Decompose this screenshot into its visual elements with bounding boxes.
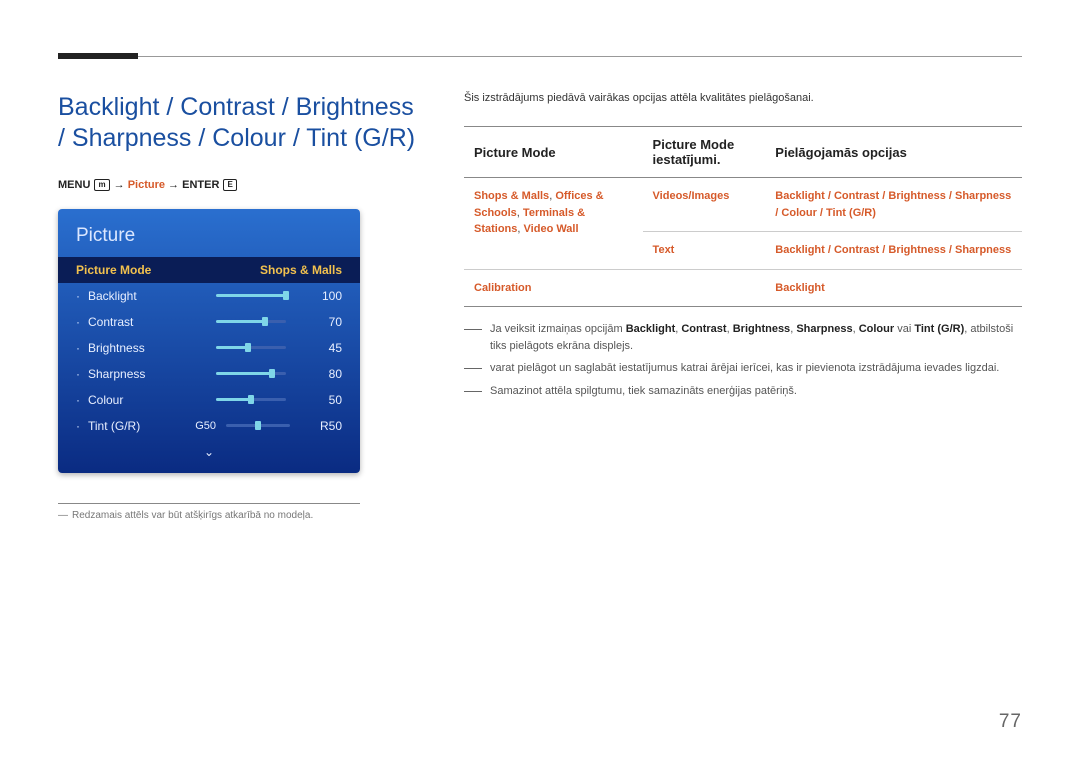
- menu-path: MENU m → Picture → ENTER E: [58, 179, 426, 191]
- dash-icon: [464, 391, 482, 392]
- chevron-down-icon[interactable]: ⌄: [58, 439, 360, 459]
- note-item: Ja veiksit izmaiņas opcijām Backlight, C…: [464, 321, 1022, 354]
- slider-track[interactable]: [216, 372, 286, 375]
- osd-label: Sharpness: [88, 367, 174, 381]
- page-number: 77: [999, 711, 1022, 733]
- menu-path-arrow: →: [111, 179, 128, 191]
- osd-row-contrast[interactable]: · Contrast 70: [58, 309, 360, 335]
- bold: Colour: [859, 323, 894, 335]
- osd-label: Colour: [88, 393, 174, 407]
- osd-tint-right: R50: [302, 419, 342, 433]
- options-table: Picture Mode Picture Mode iestatījumi. P…: [464, 126, 1022, 307]
- osd-row-picture-mode[interactable]: Picture Mode Shops & Malls: [58, 257, 360, 283]
- table-header: Pielāgojamās opcijas: [765, 127, 1022, 178]
- table-row: Calibration Backlight: [464, 269, 1022, 307]
- keyword: Videos/Images: [653, 190, 730, 202]
- slider-fill: [216, 398, 251, 401]
- slider-fill: [216, 320, 265, 323]
- menu-path-post: ENTER: [182, 179, 222, 191]
- osd-value: Shops & Malls: [260, 263, 342, 277]
- osd-row-sharpness[interactable]: · Sharpness 80: [58, 361, 360, 387]
- bold: Backlight: [626, 323, 676, 335]
- slider-knob[interactable]: [248, 395, 254, 404]
- slider-fill: [216, 294, 286, 297]
- osd-label: Picture Mode: [76, 263, 252, 277]
- keyword: Video Wall: [524, 223, 579, 235]
- menu-path-pre: MENU: [58, 179, 93, 191]
- osd-label: Tint (G/R): [88, 419, 174, 433]
- footnote: ―Redzamais attēls var būt atšķirīgs atka…: [58, 510, 360, 521]
- bullet-icon: ·: [76, 341, 80, 355]
- osd-row-brightness[interactable]: · Brightness 45: [58, 335, 360, 361]
- bold: Tint (G/R): [914, 323, 964, 335]
- sep: vai: [894, 323, 914, 335]
- osd-tint-left: G50: [182, 420, 216, 432]
- osd-label: Backlight: [88, 289, 174, 303]
- note-item: Samazinot attēla spilgtumu, tiek samazin…: [464, 383, 1022, 400]
- note-item: varat pielāgot un saglabāt iestatījumus …: [464, 360, 1022, 377]
- slider-track[interactable]: [216, 398, 286, 401]
- slider-track[interactable]: [216, 346, 286, 349]
- osd-row-colour[interactable]: · Colour 50: [58, 387, 360, 413]
- slider-fill: [216, 372, 272, 375]
- keyword: Backlight / Contrast / Brightness / Shar…: [775, 244, 1011, 256]
- intro-text: Šis izstrādājums piedāvā vairākas opcija…: [464, 92, 1022, 104]
- keyword: Backlight / Contrast / Brightness / Shar…: [775, 190, 1011, 219]
- bullet-icon: ·: [76, 315, 80, 329]
- osd-row-tint[interactable]: · Tint (G/R) G50 R50: [58, 413, 360, 439]
- osd-value: 50: [302, 393, 342, 407]
- slider-track[interactable]: [216, 294, 286, 297]
- keyword: Backlight: [775, 282, 825, 294]
- bullet-icon: ·: [76, 419, 80, 433]
- slider-track[interactable]: [226, 424, 290, 427]
- osd-value: 100: [302, 289, 342, 303]
- osd-title: Picture: [58, 219, 360, 257]
- slider-knob[interactable]: [283, 291, 289, 300]
- menu-path-highlight: Picture: [128, 179, 165, 191]
- divider: ―Redzamais attēls var būt atšķirīgs atka…: [58, 503, 360, 521]
- table-row: Shops & Malls, Offices & Schools, Termin…: [464, 178, 1022, 232]
- note-text: varat pielāgot un saglabāt iestatījumus …: [490, 360, 1022, 377]
- osd-label: Contrast: [88, 315, 174, 329]
- bullet-icon: ·: [76, 393, 80, 407]
- osd-row-backlight[interactable]: · Backlight 100: [58, 283, 360, 309]
- page-title: Backlight / Contrast / Brightness / Shar…: [58, 92, 426, 155]
- menu-icon: m: [94, 179, 109, 191]
- bold: Brightness: [733, 323, 790, 335]
- slider-track[interactable]: [216, 320, 286, 323]
- keyword: Shops & Malls: [474, 190, 549, 202]
- slider-knob[interactable]: [269, 369, 275, 378]
- dash-icon: [464, 368, 482, 369]
- keyword: Text: [653, 244, 675, 256]
- slider-fill: [216, 346, 248, 349]
- slider-knob[interactable]: [255, 421, 261, 430]
- footnote-text: Redzamais attēls var būt atšķirīgs atkar…: [72, 510, 313, 521]
- dash-icon: [464, 329, 482, 330]
- osd-value: 80: [302, 367, 342, 381]
- note-text: Ja veiksit izmaiņas opcijām: [490, 323, 626, 335]
- osd-label: Brightness: [88, 341, 174, 355]
- osd-value: 45: [302, 341, 342, 355]
- bullet-icon: ·: [76, 367, 80, 381]
- slider-knob[interactable]: [245, 343, 251, 352]
- header-rule: [58, 56, 1022, 57]
- dash-icon: ―: [58, 510, 72, 521]
- bold: Sharpness: [796, 323, 852, 335]
- table-header: Picture Mode iestatījumi.: [643, 127, 766, 178]
- enter-icon: E: [223, 179, 236, 191]
- menu-path-arrow: →: [165, 179, 182, 191]
- table-header: Picture Mode: [464, 127, 643, 178]
- slider-knob[interactable]: [262, 317, 268, 326]
- keyword: Calibration: [474, 282, 531, 294]
- notes-block: Ja veiksit izmaiņas opcijām Backlight, C…: [464, 321, 1022, 399]
- osd-value: 70: [302, 315, 342, 329]
- bullet-icon: ·: [76, 289, 80, 303]
- bold: Contrast: [681, 323, 726, 335]
- note-text: Samazinot attēla spilgtumu, tiek samazin…: [490, 383, 1022, 400]
- osd-panel: Picture Picture Mode Shops & Malls · Bac…: [58, 209, 360, 473]
